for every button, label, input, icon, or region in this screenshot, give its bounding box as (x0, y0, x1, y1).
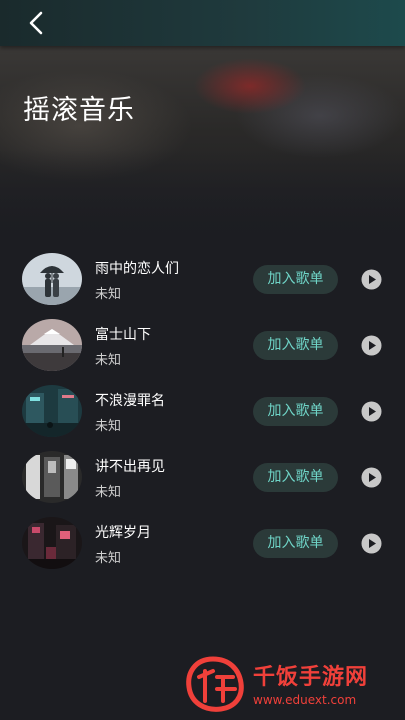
song-artist: 未知 (95, 551, 122, 566)
add-to-playlist-button[interactable]: 加入歌单 (253, 529, 338, 558)
chevron-left-icon[interactable] (22, 9, 50, 37)
add-to-playlist-button[interactable]: 加入歌单 (253, 265, 338, 294)
play-icon[interactable] (361, 401, 382, 422)
song-cover (22, 253, 82, 305)
watermark-url: www.eduext.com (253, 693, 357, 707)
play-icon[interactable] (361, 269, 382, 290)
song-row[interactable]: 不浪漫罪名 未知 加入歌单 (0, 378, 405, 444)
page-title: 摇滚音乐 (23, 95, 135, 126)
song-artist: 未知 (95, 485, 122, 500)
song-cover (22, 319, 82, 371)
song-artist: 未知 (95, 419, 122, 434)
play-icon[interactable] (361, 533, 382, 554)
add-to-playlist-button[interactable]: 加入歌单 (253, 331, 338, 360)
song-title: 富士山下 (95, 327, 151, 343)
song-artist: 未知 (95, 353, 122, 368)
watermark: 千饭手游网 www.eduext.com (183, 655, 398, 715)
watermark-logo-icon (186, 656, 244, 712)
song-title: 光辉岁月 (95, 525, 151, 541)
song-title: 雨中的恋人们 (95, 261, 179, 277)
song-row[interactable]: 讲不出再见 未知 加入歌单 (0, 444, 405, 510)
add-to-playlist-button[interactable]: 加入歌单 (253, 463, 338, 492)
play-icon[interactable] (361, 335, 382, 356)
banner-fade (0, 150, 405, 240)
play-icon[interactable] (361, 467, 382, 488)
song-title: 讲不出再见 (95, 459, 165, 475)
watermark-text: 千饭手游网 (253, 665, 369, 690)
song-list: 雨中的恋人们 未知 加入歌单 富士山下 未知 加入歌单 不浪漫罪名 未知 加入歌… (0, 246, 405, 576)
song-row[interactable]: 富士山下 未知 加入歌单 (0, 312, 405, 378)
song-cover (22, 517, 82, 569)
song-cover (22, 385, 82, 437)
song-row[interactable]: 雨中的恋人们 未知 加入歌单 (0, 246, 405, 312)
add-to-playlist-button[interactable]: 加入歌单 (253, 397, 338, 426)
song-row[interactable]: 光辉岁月 未知 加入歌单 (0, 510, 405, 576)
song-artist: 未知 (95, 287, 122, 302)
song-title: 不浪漫罪名 (95, 393, 165, 409)
song-cover (22, 451, 82, 503)
top-bar (0, 0, 405, 46)
